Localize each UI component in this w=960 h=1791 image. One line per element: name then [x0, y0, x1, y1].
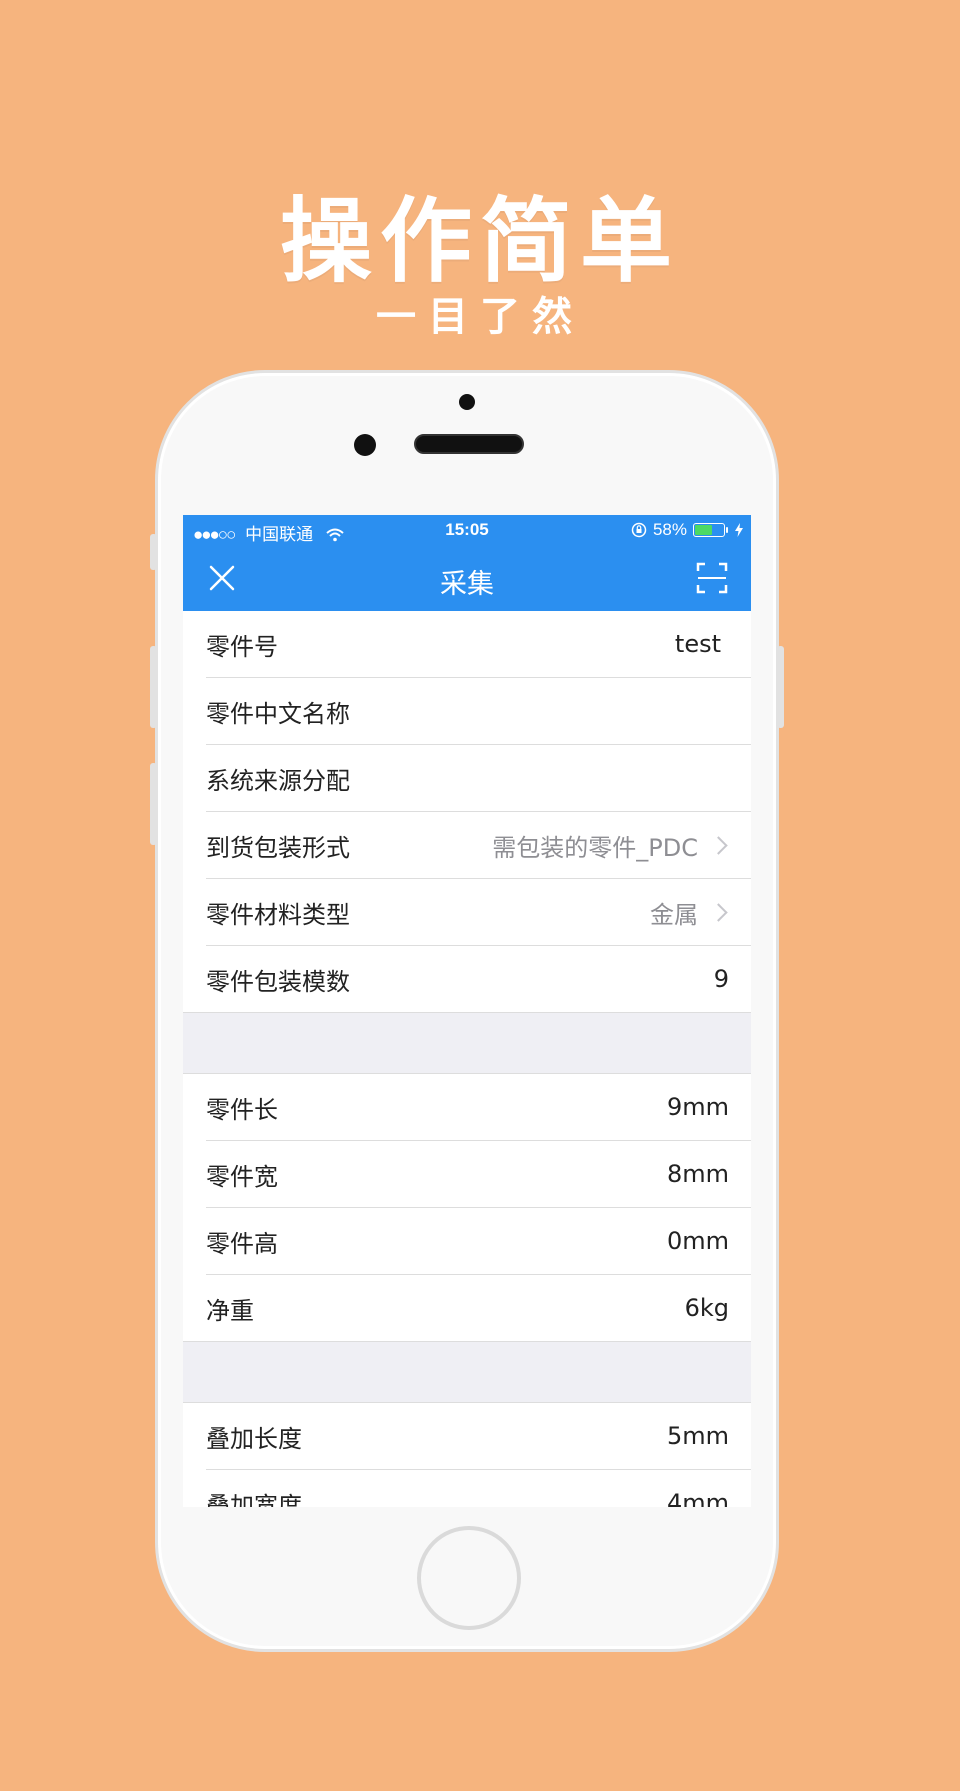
charging-icon — [735, 523, 743, 537]
row-label: 零件高 — [206, 1229, 278, 1258]
form-row-stack-length[interactable]: 叠加长度 5mm — [206, 1403, 751, 1470]
row-value: 金属 — [650, 900, 698, 929]
row-value: 需包装的零件_PDC — [492, 833, 698, 862]
row-label: 零件号 — [206, 632, 278, 661]
proximity-sensor — [354, 434, 376, 456]
row-label: 净重 — [206, 1296, 254, 1325]
form-section-stacking: 叠加长度 5mm 叠加宽度 4mm — [183, 1403, 751, 1507]
form-row-system-source[interactable]: 系统来源分配 — [206, 745, 751, 812]
battery-percent: 58% — [652, 520, 687, 539]
form-row-part-width[interactable]: 零件宽 8mm — [206, 1141, 751, 1208]
row-label: 系统来源分配 — [206, 766, 350, 795]
section-separator — [183, 1342, 751, 1403]
row-label: 零件材料类型 — [206, 900, 350, 929]
form-row-part-chinese-name[interactable]: 零件中文名称 — [206, 678, 751, 745]
form-row-net-weight[interactable]: 净重 6kg — [183, 1275, 751, 1342]
promo-headline: 操作简单 — [279, 187, 680, 295]
row-label: 零件宽 — [206, 1162, 278, 1191]
scan-button[interactable] — [695, 561, 729, 595]
power-button — [777, 646, 784, 728]
form-section-part-info: 零件号 test 零件中文名称 系统来源分配 到货包装形式 需包装的零件_PDC… — [183, 611, 751, 1013]
row-label: 零件中文名称 — [206, 699, 350, 728]
page-title: 采集 — [440, 569, 494, 600]
row-value: 5mm — [666, 1422, 729, 1450]
form-row-part-height[interactable]: 零件高 0mm — [206, 1208, 751, 1275]
chevron-right-icon — [709, 835, 728, 855]
earpiece-speaker — [414, 434, 524, 454]
volume-up-button — [150, 646, 157, 728]
home-button[interactable] — [417, 1526, 521, 1630]
row-label: 零件长 — [206, 1095, 278, 1124]
form-row-material-type[interactable]: 零件材料类型 金属 — [206, 879, 751, 946]
row-label: 叠加宽度 — [206, 1491, 302, 1508]
promo-subline: 一目了然 — [376, 293, 584, 340]
nav-bar: 采集 — [183, 545, 751, 611]
row-label: 零件包装模数 — [206, 967, 350, 996]
row-value: 0mm — [666, 1227, 729, 1255]
form-row-part-number[interactable]: 零件号 test — [206, 611, 751, 678]
volume-down-button — [150, 763, 157, 845]
form-row-stack-width[interactable]: 叠加宽度 4mm — [206, 1470, 751, 1507]
row-label: 叠加长度 — [206, 1424, 302, 1453]
chevron-right-icon — [709, 902, 728, 922]
form-section-dimensions: 零件长 9mm 零件宽 8mm 零件高 0mm 净重 6kg — [183, 1074, 751, 1342]
mute-switch — [150, 534, 157, 570]
status-bar: ●●●○○ 中国联通 15:05 58% — [183, 515, 751, 545]
row-value: test — [674, 630, 721, 658]
scan-icon — [696, 562, 728, 594]
row-value: 9 — [713, 965, 729, 993]
front-camera — [459, 394, 475, 410]
form-row-packaging-modulus[interactable]: 零件包装模数 9 — [183, 946, 751, 1013]
row-value: 6kg — [684, 1294, 729, 1322]
row-value: 8mm — [666, 1160, 729, 1188]
row-label: 到货包装形式 — [206, 833, 350, 862]
app-screen: ●●●○○ 中国联通 15:05 58% 采集 零件号 test 零件中文名称 … — [183, 515, 751, 1507]
row-value: 4mm — [666, 1489, 729, 1507]
row-value: 9mm — [666, 1093, 729, 1121]
form-row-part-length[interactable]: 零件长 9mm — [206, 1074, 751, 1141]
rotation-lock-icon — [631, 522, 647, 538]
form-row-arrival-packaging[interactable]: 到货包装形式 需包装的零件_PDC — [206, 812, 751, 879]
battery-icon — [693, 523, 728, 537]
section-separator — [183, 1013, 751, 1074]
